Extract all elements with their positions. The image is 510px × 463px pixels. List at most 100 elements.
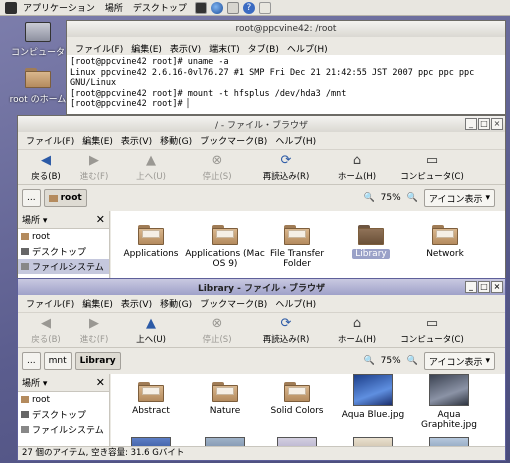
- minimize-button[interactable]: _: [465, 118, 477, 130]
- file-item[interactable]: Aqua Blue.jpg: [333, 374, 413, 420]
- web-browser-launcher-icon[interactable]: [210, 1, 223, 14]
- home-button[interactable]: ⌂ ホーム(H): [322, 313, 392, 349]
- icon-view-pane[interactable]: Applications Applications (Mac OS 9) Fil…: [111, 211, 505, 279]
- mail-launcher-icon[interactable]: [226, 1, 239, 14]
- breadcrumb-root[interactable]: root: [43, 189, 87, 207]
- image-thumbnail[interactable]: [429, 437, 469, 446]
- menu-edit[interactable]: 編集(E): [127, 42, 166, 55]
- terminal-output[interactable]: [root@ppcvine42 root]# uname -a Linux ppc…: [67, 55, 505, 114]
- folder-icon: [212, 382, 238, 402]
- close-button[interactable]: ×: [491, 281, 503, 293]
- menu-file[interactable]: ファイル(F): [22, 134, 78, 147]
- help-launcher-icon[interactable]: ?: [242, 1, 255, 14]
- image-thumbnail[interactable]: [205, 437, 245, 446]
- menu-view[interactable]: 表示(V): [117, 134, 156, 147]
- back-button[interactable]: ◀ 戻る(B): [22, 150, 70, 186]
- file-item[interactable]: Applications (Mac OS 9): [185, 225, 265, 269]
- back-arrow-icon: ◀: [41, 153, 51, 168]
- file-item[interactable]: Solid Colors: [257, 382, 337, 416]
- file-item[interactable]: Aqua Graphite.jpg: [409, 374, 489, 430]
- zoom-in-icon[interactable]: 🔍: [407, 356, 418, 366]
- file-item[interactable]: Library: [331, 225, 411, 259]
- close-sidebar-icon[interactable]: ✕: [96, 213, 105, 226]
- up-button[interactable]: ▲ 上へ(U): [118, 313, 184, 349]
- menu-bookmarks[interactable]: ブックマーク(B): [196, 297, 271, 310]
- sidebar-item-desktop[interactable]: デスクトップ: [18, 244, 109, 259]
- home-folder-icon: [25, 68, 51, 88]
- desktop-icon-root-home[interactable]: root のホーム: [8, 68, 68, 105]
- menu-help[interactable]: ヘルプ(H): [271, 297, 320, 310]
- maximize-button[interactable]: □: [478, 118, 490, 130]
- menu-view[interactable]: 表示(V): [166, 42, 205, 55]
- sidebar: 場所 ▾ ✕ root デスクトップ ファイルシステム: [18, 211, 110, 279]
- minimize-button[interactable]: _: [465, 281, 477, 293]
- forward-button[interactable]: ▶ 進む(F): [70, 313, 118, 349]
- image-thumbnail[interactable]: [353, 437, 393, 446]
- computer-button[interactable]: ▭ コンピュータ(C): [392, 150, 472, 186]
- stop-button[interactable]: ⊗ 停止(S): [184, 313, 250, 349]
- close-sidebar-icon[interactable]: ✕: [96, 376, 105, 389]
- menu-help[interactable]: ヘルプ(H): [271, 134, 320, 147]
- icon-view-pane[interactable]: Abstract Nature Solid Colors Aqua Blue.j…: [111, 374, 505, 446]
- zoom-out-icon[interactable]: 🔍: [363, 193, 374, 203]
- menu-file[interactable]: ファイル(F): [71, 42, 127, 55]
- menu-bookmarks[interactable]: ブックマーク(B): [196, 134, 271, 147]
- view-mode-select[interactable]: アイコン表示 ▾: [423, 352, 495, 370]
- close-button[interactable]: ×: [491, 118, 503, 130]
- computer-button[interactable]: ▭ コンピュータ(C): [392, 313, 472, 349]
- view-mode-select[interactable]: アイコン表示 ▾: [423, 189, 495, 207]
- forward-button[interactable]: ▶ 進む(F): [70, 150, 118, 186]
- breadcrumb-mnt[interactable]: mnt: [43, 352, 72, 370]
- file-item[interactable]: File Transfer Folder: [257, 225, 337, 269]
- sidebar-item-filesystem[interactable]: ファイルシステム: [18, 259, 109, 274]
- breadcrumb-more[interactable]: ...: [22, 352, 41, 370]
- zoom-out-icon[interactable]: 🔍: [363, 356, 374, 366]
- sidebar-selector[interactable]: 場所 ▾: [22, 376, 47, 389]
- file-item[interactable]: Nature: [185, 382, 265, 416]
- menu-edit[interactable]: 編集(E): [78, 297, 117, 310]
- menu-view[interactable]: 表示(V): [117, 297, 156, 310]
- menu-go[interactable]: 移動(G): [156, 297, 196, 310]
- breadcrumb-more[interactable]: ...: [22, 189, 41, 207]
- desktop-icon-computer[interactable]: コンピュータ: [8, 22, 68, 58]
- sidebar-item-root[interactable]: root: [18, 229, 109, 244]
- terminal-launcher-icon[interactable]: [194, 1, 207, 14]
- up-button[interactable]: ▲ 上へ(U): [118, 150, 184, 186]
- foot-menu-icon[interactable]: [5, 1, 17, 14]
- image-thumbnail[interactable]: [277, 437, 317, 446]
- image-thumbnail[interactable]: [131, 437, 171, 446]
- file-browser-root-toolbar: ◀ 戻る(B) ▶ 進む(F) ▲ 上へ(U) ⊗ 停止(S) ⟳ 再読込み(R…: [18, 149, 505, 185]
- menu-edit[interactable]: 編集(E): [78, 134, 117, 147]
- file-browser-library-titlebar[interactable]: Library - ファイル・ブラウザ _ □ ×: [18, 279, 505, 295]
- zoom-in-icon[interactable]: 🔍: [407, 193, 418, 203]
- stop-button[interactable]: ⊗ 停止(S): [184, 150, 250, 186]
- menu-terminal[interactable]: 端末(T): [205, 42, 244, 55]
- sidebar-item-root[interactable]: root: [18, 392, 109, 407]
- file-browser-library-toolbar: ◀ 戻る(B) ▶ 進む(F) ▲ 上へ(U) ⊗ 停止(S) ⟳ 再読込み(R…: [18, 312, 505, 348]
- menu-file[interactable]: ファイル(F): [22, 297, 78, 310]
- file-item[interactable]: Network: [405, 225, 485, 259]
- menu-tabs[interactable]: タブ(B): [244, 42, 283, 55]
- home-button[interactable]: ⌂ ホーム(H): [322, 150, 392, 186]
- reload-button[interactable]: ⟳ 再読込み(R): [250, 313, 322, 349]
- reload-button[interactable]: ⟳ 再読込み(R): [250, 150, 322, 186]
- file-browser-root-titlebar[interactable]: / - ファイル・ブラウザ _ □ ×: [18, 116, 505, 132]
- sidebar-item-desktop[interactable]: デスクトップ: [18, 407, 109, 422]
- back-button[interactable]: ◀ 戻る(B): [22, 313, 70, 349]
- breadcrumb-library[interactable]: Library: [74, 352, 121, 370]
- sidebar-item-filesystem[interactable]: ファイルシステム: [18, 422, 109, 437]
- file-item[interactable]: Applications: [111, 225, 191, 259]
- back-arrow-icon: ◀: [41, 316, 51, 331]
- sidebar-selector[interactable]: 場所 ▾: [22, 213, 47, 226]
- terminal-titlebar[interactable]: root@ppcvine42: /root: [67, 21, 505, 37]
- menu-go[interactable]: 移動(G): [156, 134, 196, 147]
- desktop-menu[interactable]: デスクトップ: [129, 1, 191, 14]
- file-item[interactable]: Abstract: [111, 382, 191, 416]
- edit-launcher-icon[interactable]: [258, 1, 271, 14]
- places-menu[interactable]: 場所: [101, 1, 127, 14]
- maximize-button[interactable]: □: [478, 281, 490, 293]
- folder-icon: [284, 382, 310, 402]
- forward-arrow-icon: ▶: [89, 316, 99, 331]
- applications-menu[interactable]: アプリケーション: [19, 1, 99, 14]
- menu-help[interactable]: ヘルプ(H): [283, 42, 332, 55]
